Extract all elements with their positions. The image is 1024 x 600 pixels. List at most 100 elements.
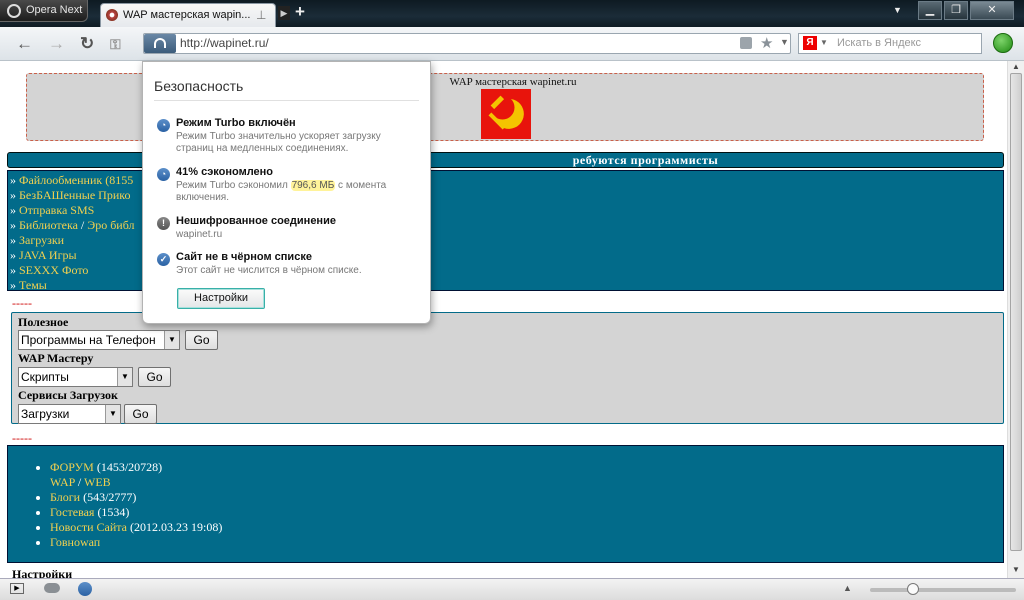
menu-bullet: »	[10, 278, 19, 292]
opera-menu-button[interactable]: Opera Next	[0, 0, 88, 22]
new-tab-button[interactable]: +	[292, 3, 308, 22]
panel-toggle-icon[interactable]: ▶	[10, 583, 24, 594]
search-engine-dropdown-icon[interactable]: ▼	[820, 38, 828, 47]
pin-icon[interactable]: ⊥	[256, 8, 266, 22]
wap-link[interactable]: WAP	[50, 475, 75, 489]
menu-link-photo[interactable]: SEXXX Фото	[19, 263, 88, 277]
menu-bullet: »	[10, 218, 19, 232]
menu-link-library[interactable]: Библиотека	[19, 218, 78, 232]
turbo-icon: ◔	[157, 168, 170, 181]
menu-link-jokes[interactable]: БезБАШенные Прико	[19, 188, 130, 202]
popup-item-desc: Режим Turbo значительно ускоряет загрузк…	[176, 131, 381, 154]
form-label-download-services: Сервисы Загрузок	[18, 388, 118, 402]
url-text: http://wapinet.ru/	[180, 36, 269, 50]
title-bar: Opera Next WAP мастерская wapin... ⊥ ▶ +…	[0, 0, 1024, 27]
favicon-icon	[106, 9, 118, 21]
reload-icon[interactable]: ↻	[80, 34, 94, 54]
popup-item-title: Сайт не в чёрном списке	[176, 251, 312, 263]
menu-link-ero-library[interactable]: Эро библ	[87, 218, 134, 232]
saved-amount-highlight: 796,6 МБ	[290, 180, 336, 191]
search-field[interactable]: Я ▼ Искать в Яндекс	[798, 33, 982, 54]
hammer-sickle-icon	[488, 95, 524, 130]
select-download-services[interactable]: Загрузки ▼	[18, 404, 121, 424]
turbo-icon: ◔	[157, 119, 170, 132]
popup-divider	[154, 100, 419, 101]
menu-bullet: »	[10, 188, 19, 202]
go-button-download-services[interactable]: Go	[124, 404, 157, 424]
extension-globe-icon[interactable]	[993, 33, 1013, 53]
search-placeholder: Искать в Яндекс	[837, 37, 922, 49]
blogs-link[interactable]: Блоги	[50, 490, 80, 504]
zoom-slider-knob[interactable]	[907, 583, 919, 595]
vertical-scrollbar[interactable]: ▲ ▼	[1007, 61, 1024, 578]
divider: -----	[12, 296, 32, 310]
turbo-security-badge[interactable]	[144, 34, 176, 53]
forms-panel: Полезное Программы на Телефон ▼ Go WAP Ма…	[11, 312, 1004, 424]
select-value: Загрузки	[21, 407, 70, 421]
bookmark-star-icon[interactable]: ★	[760, 34, 773, 52]
form-label-useful: Полезное	[18, 315, 69, 329]
list-item: WAP / WEB	[50, 475, 111, 489]
tab-title: WAP мастерская wapin...	[123, 9, 251, 21]
chevron-down-icon[interactable]: ▼	[105, 405, 120, 423]
menu-link-sms[interactable]: Отправка SMS	[19, 203, 94, 217]
zoom-slider[interactable]	[870, 583, 1016, 595]
menu-bullet: »	[10, 263, 19, 277]
minimize-button[interactable]: ▁	[918, 1, 942, 20]
scroll-down-icon[interactable]: ▼	[1012, 565, 1020, 574]
back-icon[interactable]: ←	[16, 34, 33, 54]
popup-item-desc: Режим Turbo сэкономил 796,6 МБ с момента…	[176, 180, 416, 204]
address-dropdown-icon[interactable]: ▼	[780, 37, 789, 47]
menu-bullet: »	[10, 173, 19, 187]
menu-link-files[interactable]: Файлообменник (8155	[19, 173, 133, 187]
list-item: ФОРУМ (1453/20728)	[50, 460, 1003, 475]
menu-link-java-games[interactable]: JAVA Игры	[19, 248, 77, 262]
go-button-useful[interactable]: Go	[185, 330, 218, 350]
yandex-icon[interactable]: Я	[803, 36, 817, 50]
tab-close-icon[interactable]: ▶	[278, 6, 290, 20]
opera-menu-label: Opera Next	[26, 4, 83, 16]
chevron-down-icon[interactable]: ▼	[117, 368, 132, 386]
opera-unite-cloud-icon[interactable]	[44, 583, 60, 593]
menu-link-downloads[interactable]: Загрузки	[19, 233, 64, 247]
scroll-up-icon[interactable]: ▲	[1012, 62, 1020, 71]
popup-item-desc: wapinet.ru	[176, 229, 223, 240]
chevron-down-icon[interactable]: ▼	[164, 331, 179, 349]
zoom-menu-icon[interactable]: ▲	[843, 583, 852, 593]
select-wap-master[interactable]: Скрипты ▼	[18, 367, 133, 387]
check-icon: ✓	[157, 253, 170, 266]
guestbook-link[interactable]: Гостевая	[50, 505, 94, 519]
divider: -----	[12, 431, 32, 445]
speedometer-icon	[154, 38, 166, 48]
status-bar: ▶ ▲	[0, 578, 1024, 600]
menu-bullet: »	[10, 203, 19, 217]
forward-icon[interactable]: →	[48, 34, 65, 54]
hammer-sickle-logo	[481, 89, 531, 139]
address-field[interactable]: http://wapinet.ru/ ★ ▼	[143, 33, 791, 54]
list-item: Блоги (543/2777)	[50, 490, 1003, 505]
forum-link[interactable]: ФОРУМ	[50, 460, 94, 474]
saved-desc-before: Режим Turbo сэкономил	[176, 180, 291, 191]
tab-menu-icon[interactable]: ▼	[893, 5, 902, 15]
restore-button[interactable]: ❐	[944, 1, 968, 20]
settings-button[interactable]: Настройки	[177, 288, 265, 309]
close-window-button[interactable]: ✕	[970, 1, 1014, 20]
tab-wapinet[interactable]: WAP мастерская wapin... ⊥	[100, 3, 276, 27]
news-link[interactable]: Новости Сайта	[50, 520, 127, 534]
menu-link-themes[interactable]: Темы	[19, 278, 47, 292]
web-link[interactable]: WEB	[84, 475, 111, 489]
turbo-status-icon[interactable]	[78, 582, 92, 596]
rss-icon[interactable]	[740, 37, 752, 49]
list-item: Говноwап	[50, 535, 1003, 550]
govnowap-link[interactable]: Говноwап	[50, 535, 100, 549]
select-value: Скрипты	[21, 370, 69, 384]
scrollbar-thumb[interactable]	[1010, 73, 1022, 551]
menu-bullet: »	[10, 233, 19, 247]
warning-icon: !	[157, 217, 170, 230]
select-useful[interactable]: Программы на Телефон ▼	[18, 330, 180, 350]
news-date: (2012.03.23 19:08)	[127, 520, 223, 534]
go-button-wap-master[interactable]: Go	[138, 367, 171, 387]
key-icon[interactable]: ⚿	[110, 36, 121, 53]
popup-title: Безопасность	[154, 78, 244, 94]
navigation-bar: ← → ↻ ⚿ http://wapinet.ru/ ★ ▼ Я ▼ Искат…	[0, 27, 1024, 61]
